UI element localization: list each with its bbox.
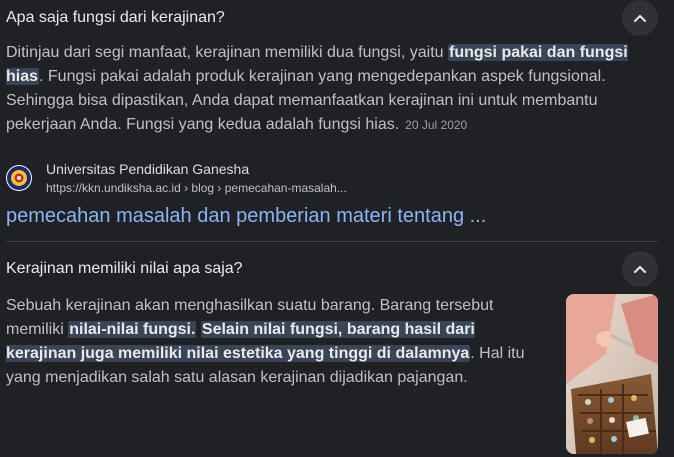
chevron-up-icon [634,15,646,22]
answer-text-2: Sebuah kerajinan akan menghasilkan suatu… [6,294,536,390]
answer-1-text-before: Ditinjau dari segi manfaat, kerajinan me… [6,44,448,61]
source-url[interactable]: https://kkn.undiksha.ac.id › blog › peme… [46,180,347,196]
result-link-title[interactable]: pemecahan masalah dan pemberian materi t… [6,203,486,229]
source-text: Universitas Pendidikan Ganesha https://k… [46,160,347,196]
source-name: Universitas Pendidikan Ganesha [46,161,250,177]
question-title-1[interactable]: Apa saja fungsi dari kerajinan? [6,8,225,28]
source-attribution[interactable]: Universitas Pendidikan Ganesha https://k… [6,160,347,196]
collapse-button-1[interactable] [622,0,658,36]
answer-date: 20 Jul 2020 [405,118,468,132]
divider [6,241,658,242]
collapse-button-2[interactable] [622,251,658,287]
chevron-up-icon [634,266,646,273]
answer-2-highlight-1: nilai-nilai fungsi. [68,321,197,338]
people-also-ask-panel: Apa saja fungsi dari kerajinan? Ditinjau… [0,0,674,457]
answer-1-text-after: . Fungsi pakai adalah produk kerajinan y… [6,68,606,133]
question-title-2[interactable]: Kerajinan memiliki nilai apa saja? [6,259,243,279]
university-logo-icon [6,165,32,191]
question-row-1[interactable]: Apa saja fungsi dari kerajinan? [0,6,674,30]
craft-photo-thumbnail[interactable] [566,294,658,454]
question-row-2[interactable]: Kerajinan memiliki nilai apa saja? [0,257,674,281]
answer-text-1: Ditinjau dari segi manfaat, kerajinan me… [6,41,661,137]
